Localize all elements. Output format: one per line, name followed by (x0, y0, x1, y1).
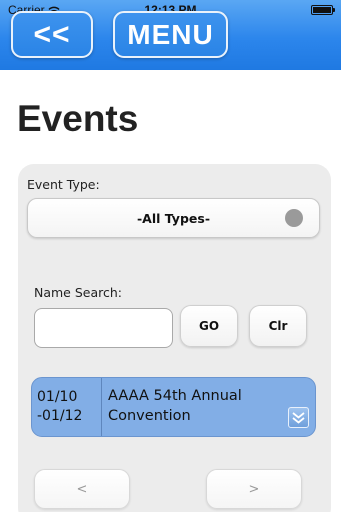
name-search-label: Name Search: (34, 285, 123, 300)
event-date-start: 01/10 (37, 389, 78, 405)
event-date-end: -01/12 (37, 408, 83, 424)
clear-button[interactable]: Clr (249, 305, 307, 347)
next-page-button[interactable]: > (206, 469, 302, 509)
back-button[interactable]: << (11, 11, 93, 58)
event-type-value: -All Types- (136, 210, 211, 226)
go-button[interactable]: GO (180, 305, 238, 347)
menu-button[interactable]: MENU (113, 11, 228, 58)
event-date: 01/10 -01/12 (32, 378, 102, 436)
double-chevron-down-icon[interactable] (288, 407, 309, 428)
select-indicator-icon (285, 209, 303, 227)
page-title: Events (17, 98, 139, 139)
event-name: AAAA 54th Annual Convention (108, 388, 242, 424)
name-search-input[interactable] (34, 308, 173, 348)
event-row[interactable]: 01/10 -01/12 AAAA 54th Annual Convention (31, 377, 316, 437)
battery-icon (311, 5, 335, 15)
event-type-select[interactable]: -All Types- (27, 198, 320, 238)
event-type-label: Event Type: (27, 177, 100, 192)
prev-page-button[interactable]: < (34, 469, 130, 509)
